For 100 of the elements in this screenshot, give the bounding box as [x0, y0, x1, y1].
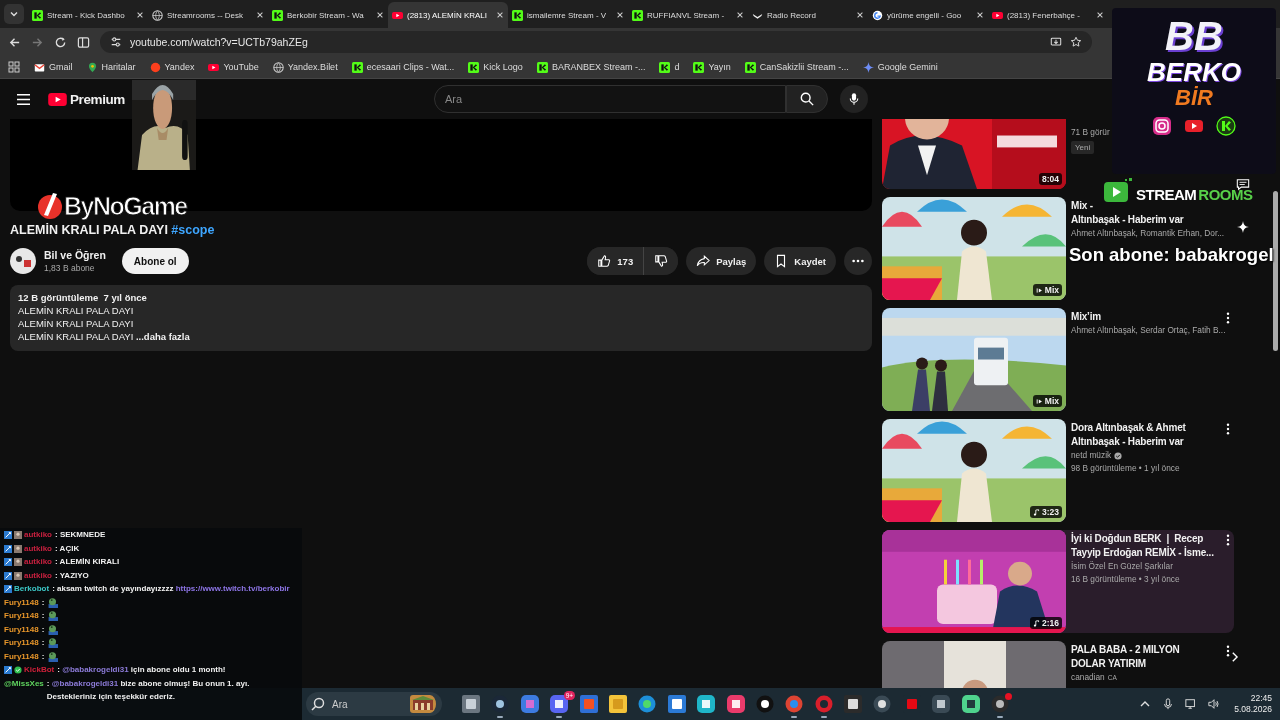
- close-icon[interactable]: [976, 11, 984, 19]
- install-icon[interactable]: [1050, 36, 1062, 48]
- browser-tab[interactable]: (2813) ALEMİN KRALI: [388, 2, 508, 28]
- sidebar-icon[interactable]: [77, 35, 90, 49]
- close-icon[interactable]: [376, 11, 384, 19]
- mention-link[interactable]: @babakrogeldi31: [51, 678, 119, 688]
- save-button[interactable]: Kaydet: [764, 247, 836, 275]
- description-box[interactable]: 12 B görüntüleme 7 yıl önce ALEMİN KRALI PALA DAYI ALEMİN KRALI PALA DAYI ALEMİN KRALI PALA DAYI ...daha fazla: [10, 285, 872, 351]
- hashtag-link[interactable]: #scope: [171, 223, 215, 237]
- app-icon[interactable]: [755, 695, 774, 713]
- search-button[interactable]: [786, 85, 828, 113]
- app-icon[interactable]: [844, 695, 863, 713]
- close-icon[interactable]: [856, 11, 864, 19]
- chat-username[interactable]: Fury1148: [4, 649, 39, 663]
- chat-username[interactable]: autkiko: [24, 528, 52, 542]
- bookmark-item[interactable]: d: [659, 61, 680, 73]
- more-icon[interactable]: [1226, 423, 1230, 435]
- chat-username[interactable]: autkiko: [24, 555, 52, 569]
- app-icon[interactable]: [873, 695, 892, 713]
- taskbar-search-field[interactable]: Ara: [330, 692, 408, 716]
- close-icon[interactable]: [1096, 11, 1104, 19]
- bookmark-item[interactable]: Yandex.Bilet: [272, 61, 338, 73]
- video-title[interactable]: İyi ki Doğdun BERK | Recep Tayyip Erdoğan REMİX - İsme...: [1071, 532, 1214, 560]
- app-icon[interactable]: [638, 695, 657, 713]
- chat-username[interactable]: autkiko: [24, 568, 52, 582]
- browser-tab[interactable]: Stream - Kick Dashbo: [28, 2, 148, 28]
- bookmark-item[interactable]: Yandex: [149, 61, 195, 73]
- channel-name[interactable]: Ahmet Altınbaşak, Romantik Erhan, Dor...: [1071, 227, 1225, 240]
- bookmark-item[interactable]: CanSakizlii Stream -...: [744, 61, 849, 73]
- browser-tab[interactable]: Radio Record: [748, 2, 868, 28]
- more-icon[interactable]: [1226, 534, 1230, 546]
- app-icon[interactable]: [991, 695, 1010, 713]
- bookmark-item[interactable]: Google Gemini: [862, 61, 938, 73]
- site-info-icon[interactable]: [110, 36, 122, 48]
- bookmark-item[interactable]: Kick Logo: [468, 61, 523, 73]
- browser-tab[interactable]: ismailemre Stream - V: [508, 2, 628, 28]
- chat-username[interactable]: autkiko: [24, 541, 52, 555]
- chat-username[interactable]: Fury1148: [4, 609, 39, 623]
- channel-name[interactable]: İsim Özel En Güzel Şarkılar: [1071, 560, 1173, 573]
- channel-avatar[interactable]: [10, 248, 36, 274]
- show-more-link[interactable]: ...daha fazla: [135, 331, 190, 342]
- mention-link[interactable]: @babakrogeldi31: [62, 665, 129, 674]
- bookmark-item[interactable]: Haritalar: [86, 61, 136, 73]
- search-field[interactable]: Ara: [434, 85, 786, 113]
- menu-icon[interactable]: [16, 92, 31, 106]
- logo-text[interactable]: Premium: [70, 91, 125, 107]
- bookmark-item[interactable]: ecesaari Clips - Wat...: [351, 61, 455, 73]
- video-title[interactable]: Mix’im: [1071, 310, 1101, 324]
- app-icon[interactable]: [608, 695, 627, 713]
- apps-grid-icon[interactable]: [8, 61, 20, 73]
- app-icon[interactable]: [697, 695, 716, 713]
- voice-search-button[interactable]: [840, 85, 868, 113]
- share-button[interactable]: Paylaş: [686, 247, 757, 275]
- chat-link[interactable]: https://www.twitch.tv/berkobir: [175, 584, 290, 593]
- app-icon[interactable]: [932, 695, 951, 713]
- subscribe-button[interactable]: Abone ol: [121, 248, 189, 274]
- browser-tab[interactable]: RUFFIANVL Stream -: [628, 2, 748, 28]
- channel-name[interactable]: Ahmet Altınbaşak, Serdar Ortaç, Fatih B...: [1071, 324, 1226, 337]
- video-title[interactable]: Dora Altınbaşak & Ahmet Altınbaşak - Haberim var: [1071, 421, 1186, 449]
- star-icon[interactable]: [1070, 36, 1082, 48]
- channel-name[interactable]: Bil ve Öğren: [44, 249, 106, 261]
- bookmark-item[interactable]: YouTube: [208, 61, 259, 73]
- close-icon[interactable]: [496, 11, 504, 19]
- chat-username[interactable]: KickBot: [24, 663, 55, 677]
- search-icon[interactable]: [306, 692, 330, 716]
- browser-tab[interactable]: Streamrooms -- Desk: [148, 2, 268, 28]
- video-title[interactable]: PALA BABA - 2 MILYON DOLAR YATIRIM: [1071, 643, 1180, 671]
- address-bar[interactable]: youtube.com/watch?v=UCTb79ahZEg: [100, 31, 1092, 53]
- microphone-icon[interactable]: [1162, 698, 1175, 710]
- close-icon[interactable]: [136, 11, 144, 19]
- browser-tab[interactable]: Berkobir Stream - Wa: [268, 2, 388, 28]
- bookmark-item[interactable]: Yayın: [693, 61, 731, 73]
- browser-tab[interactable]: (2813) Fenerbahçe -: [988, 2, 1108, 28]
- app-icon[interactable]: [667, 695, 686, 713]
- clock[interactable]: 22:45 5.08.2026: [1234, 693, 1272, 715]
- channel-name[interactable]: netd müzik: [1071, 449, 1112, 462]
- bookmark-item[interactable]: Gmail: [34, 61, 73, 73]
- channel-name[interactable]: canadian: [1071, 671, 1105, 684]
- close-icon[interactable]: [736, 11, 744, 19]
- play-logo-icon[interactable]: [48, 92, 67, 106]
- more-icon[interactable]: [1226, 645, 1230, 657]
- more-icon[interactable]: [1226, 312, 1230, 324]
- like-button[interactable]: 173: [587, 247, 645, 275]
- video-item[interactable]: 2:16 İyi ki Doğdun BERK | Recep Tayyip Erdoğan REMİX - İsme... İsim Özel En Güzel Şarkılar 16 B görüntüleme • 3 yıl önce: [882, 530, 1234, 633]
- app-icon[interactable]: [961, 695, 980, 713]
- browser-tab[interactable]: yürüme engelli - Goo: [868, 2, 988, 28]
- speaker-icon[interactable]: [1208, 698, 1221, 710]
- network-icon[interactable]: [1185, 698, 1198, 710]
- chat-username[interactable]: Fury1148: [4, 595, 39, 609]
- more-button[interactable]: [844, 247, 872, 275]
- chat-username[interactable]: @MissXes: [4, 676, 44, 690]
- reload-icon[interactable]: [54, 35, 67, 49]
- chat-username[interactable]: Fury1148: [4, 636, 39, 650]
- scrollbar[interactable]: [1273, 191, 1278, 351]
- chat-username[interactable]: Fury1148: [4, 622, 39, 636]
- tab-search-button[interactable]: [4, 4, 24, 24]
- app-icon[interactable]: [726, 695, 745, 713]
- close-icon[interactable]: [256, 11, 264, 19]
- bookmark-item[interactable]: BARANBEX Stream -...: [536, 61, 646, 73]
- chat-username[interactable]: Berkobot: [14, 582, 50, 596]
